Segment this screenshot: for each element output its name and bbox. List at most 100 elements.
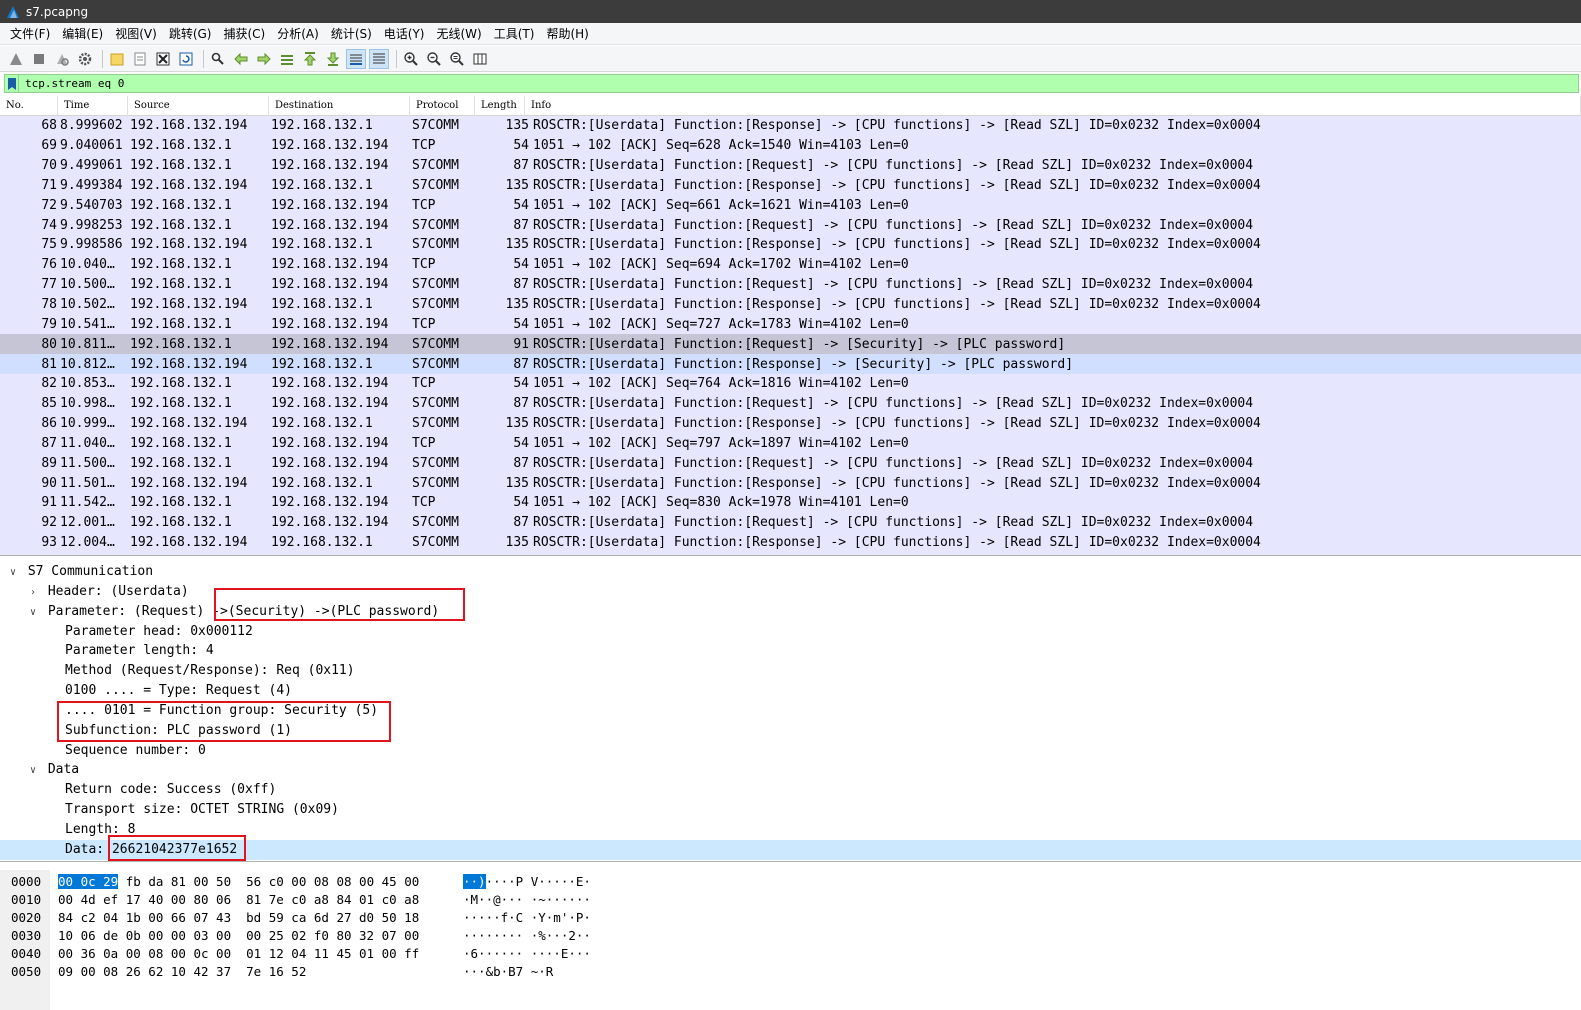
tree-label: Parameter head: 0x000112: [65, 623, 253, 639]
find-icon[interactable]: [208, 49, 228, 69]
menu-item[interactable]: 分析(A): [271, 25, 325, 42]
packet-row[interactable]: 81 10.812… 192.168.132.194 192.168.132.1 S7C…: [0, 354, 1581, 374]
filter-bookmark-icon[interactable]: [5, 75, 19, 92]
packet-cell-dst: 192.168.132.1: [271, 118, 373, 134]
menu-item[interactable]: 捕获(C): [217, 25, 271, 42]
colorize-icon[interactable]: [369, 48, 389, 69]
restart-icon[interactable]: [52, 49, 72, 69]
packet-cell-time: 12.001…: [60, 515, 115, 531]
packet-row[interactable]: 76 10.040… 192.168.132.1 192.168.132.194 TCP…: [0, 255, 1581, 275]
packet-cell-no: 78: [41, 297, 57, 313]
go-back-icon[interactable]: [231, 49, 251, 69]
packet-cell-time: 10.500…: [60, 277, 115, 293]
packet-row[interactable]: 71 9.499384 192.168.132.194 192.168.132.1 S7…: [0, 176, 1581, 196]
packet-cell-info: ROSCTR:[Userdata] Function:[Request] -> …: [533, 158, 1254, 174]
column-header[interactable]: Time: [58, 96, 128, 116]
open-recent-icon[interactable]: [130, 49, 150, 69]
tree-data-value[interactable]: Data: 26621042377e1652: [0, 839, 1581, 860]
open-folder-icon[interactable]: [107, 49, 127, 69]
column-header[interactable]: Destination: [269, 96, 410, 116]
tree-type[interactable]: 0100 .... = Type: Request (4): [0, 681, 1581, 701]
column-header[interactable]: No.: [0, 96, 58, 116]
packet-cell-time: 10.502…: [60, 297, 115, 313]
chevron-down-icon[interactable]: ∨: [6, 563, 20, 583]
packet-row[interactable]: 68 8.999602 192.168.132.194 192.168.132.1 S7…: [0, 116, 1581, 136]
menu-item[interactable]: 电话(Y): [378, 25, 431, 42]
column-header[interactable]: Source: [128, 96, 269, 116]
packet-row[interactable]: 78 10.502… 192.168.132.194 192.168.132.1 S7C…: [0, 295, 1581, 315]
packet-cell-proto: S7COMM: [412, 297, 459, 313]
packet-row[interactable]: 86 10.999… 192.168.132.194 192.168.132.1 S7C…: [0, 414, 1581, 434]
menu-item[interactable]: 统计(S): [325, 25, 378, 42]
display-filter-input[interactable]: [19, 75, 1519, 92]
tree-s7-communication[interactable]: ∨ S7 Communication: [0, 562, 1581, 582]
menu-item[interactable]: 视图(V): [109, 25, 163, 42]
packet-row[interactable]: 72 9.540703 192.168.132.1 192.168.132.194 TC…: [0, 195, 1581, 215]
packet-row[interactable]: 69 9.040061 192.168.132.1 192.168.132.194 TC…: [0, 136, 1581, 156]
menu-item[interactable]: 无线(W): [431, 25, 488, 42]
zoom-normal-icon[interactable]: [447, 49, 467, 69]
tree-subfunction[interactable]: Subfunction: PLC password (1): [0, 721, 1581, 741]
chevron-down-icon[interactable]: ∨: [26, 603, 40, 623]
tree-parameter[interactable]: ∨ Parameter: (Request) ->(Security) ->(P…: [0, 602, 1581, 622]
chevron-down-icon[interactable]: ∨: [26, 761, 40, 781]
packet-row[interactable]: 75 9.998586 192.168.132.194 192.168.132.1 S7…: [0, 235, 1581, 255]
packet-row[interactable]: 90 11.501… 192.168.132.194 192.168.132.1 S7C…: [0, 473, 1581, 493]
tree-header[interactable]: › Header: (Userdata): [0, 582, 1581, 602]
first-packet-icon[interactable]: [300, 49, 320, 69]
stop-icon[interactable]: [29, 49, 49, 69]
tree-function-group[interactable]: .... 0101 = Function group: Security (5): [0, 701, 1581, 721]
packet-row[interactable]: 85 10.998… 192.168.132.1 192.168.132.194 S7C…: [0, 394, 1581, 414]
packet-row[interactable]: 79 10.541… 192.168.132.1 192.168.132.194 TCP…: [0, 314, 1581, 334]
packet-row[interactable]: 82 10.853… 192.168.132.1 192.168.132.194 TCP…: [0, 374, 1581, 394]
menu-item[interactable]: 编辑(E): [56, 25, 109, 42]
options-gear-icon[interactable]: [75, 49, 95, 69]
go-forward-icon[interactable]: [254, 49, 274, 69]
resize-columns-icon[interactable]: [470, 49, 490, 69]
packet-row[interactable]: 91 11.542… 192.168.132.1 192.168.132.194 TCP…: [0, 493, 1581, 513]
go-to-packet-icon[interactable]: [277, 49, 297, 69]
packet-row[interactable]: 77 10.500… 192.168.132.1 192.168.132.194 S7C…: [0, 275, 1581, 295]
tree-parameter-head[interactable]: Parameter head: 0x000112: [0, 622, 1581, 642]
packet-row[interactable]: 87 11.040… 192.168.132.1 192.168.132.194 TCP…: [0, 434, 1581, 454]
packet-row[interactable]: 70 9.499061 192.168.132.1 192.168.132.194 S7…: [0, 156, 1581, 176]
column-header[interactable]: Info: [525, 96, 1581, 116]
packet-row[interactable]: 74 9.998253 192.168.132.1 192.168.132.194 S7…: [0, 215, 1581, 235]
tree-parameter-length[interactable]: Parameter length: 4: [0, 641, 1581, 661]
title-bar: s7.pcapng: [0, 0, 1581, 23]
packet-cell-no: 89: [41, 455, 57, 471]
menu-item[interactable]: 帮助(H): [540, 25, 594, 42]
packet-cell-dst: 192.168.132.1: [271, 177, 373, 193]
tree-return-code[interactable]: Return code: Success (0xff): [0, 780, 1581, 800]
last-packet-icon[interactable]: [323, 49, 343, 69]
tree-length[interactable]: Length: 8: [0, 820, 1581, 840]
packet-cell-no: 85: [41, 396, 57, 412]
packet-row[interactable]: 89 11.500… 192.168.132.1 192.168.132.194 S7C…: [0, 453, 1581, 473]
packet-row[interactable]: 80 10.811… 192.168.132.1 192.168.132.194 S7C…: [0, 334, 1581, 355]
packet-cell-info: ROSCTR:[Userdata] Function:[Request] -> …: [533, 217, 1254, 233]
tree-method[interactable]: Method (Request/Response): Req (0x11): [0, 661, 1581, 681]
menu-item[interactable]: 工具(T): [488, 25, 541, 42]
reload-icon[interactable]: [176, 49, 196, 69]
tree-transport-size[interactable]: Transport size: OCTET STRING (0x09): [0, 800, 1581, 820]
zoom-in-icon[interactable]: [401, 49, 421, 69]
packet-cell-no: 74: [41, 217, 57, 233]
zoom-out-icon[interactable]: [424, 49, 444, 69]
chevron-right-icon[interactable]: ›: [26, 583, 40, 603]
menu-item[interactable]: 跳转(G): [163, 25, 218, 42]
column-header[interactable]: Length: [475, 96, 525, 116]
close-file-icon[interactable]: [153, 49, 173, 69]
tree-data[interactable]: ∨ Data: [0, 760, 1581, 780]
tree-label: Header: (Userdata): [47, 583, 189, 599]
packet-cell-info: 1051 → 102 [ACK] Seq=628 Ack=1540 Win=41…: [533, 138, 909, 154]
packet-row[interactable]: 92 12.001… 192.168.132.1 192.168.132.194 S7C…: [0, 513, 1581, 533]
column-header[interactable]: Protocol: [410, 96, 475, 116]
packet-cell-no: 90: [41, 475, 57, 491]
packet-row[interactable]: 93 12.004… 192.168.132.194 192.168.132.1 S7C…: [0, 533, 1581, 553]
tree-sequence-number[interactable]: Sequence number: 0: [0, 741, 1581, 761]
packet-cell-dst: 192.168.132.194: [271, 158, 389, 174]
shark-fin-start-icon[interactable]: [6, 49, 26, 69]
hex-ascii-rest: ····P V·····E·: [485, 874, 591, 889]
autoscroll-icon[interactable]: [346, 48, 366, 69]
menu-item[interactable]: 文件(F): [4, 25, 56, 42]
